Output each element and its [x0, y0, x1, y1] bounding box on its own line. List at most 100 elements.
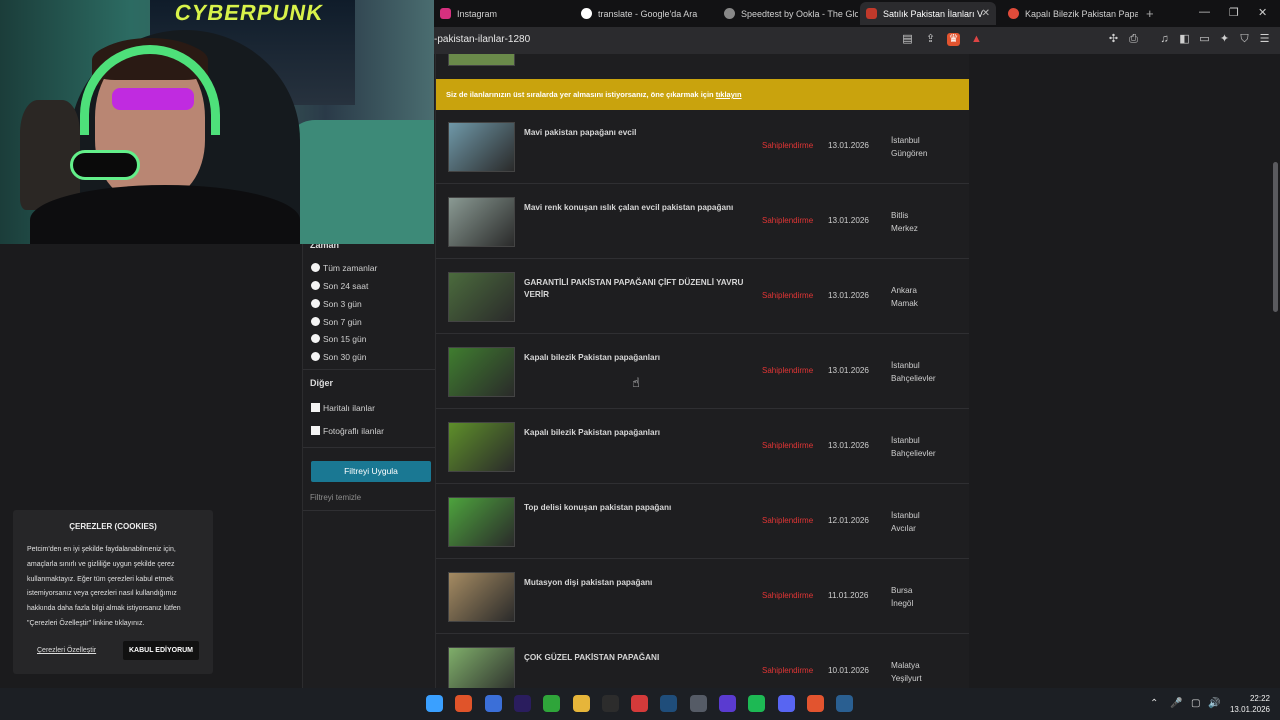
- leo-ai-icon[interactable]: ✦: [1218, 33, 1231, 46]
- spotify-icon[interactable]: [748, 695, 766, 712]
- listing-city: İstanbul: [891, 136, 920, 145]
- url-field[interactable]: -pakistan-ilanlar-1280: [434, 34, 530, 45]
- listing-type: Sahiplendirme: [762, 291, 814, 300]
- listing-title[interactable]: Kapalı bilezik Pakistan papağanları: [524, 352, 744, 364]
- customize-cookies-link[interactable]: Çerezleri Özelleştir: [37, 647, 96, 654]
- listing-location: İstanbul Güngören: [891, 134, 927, 160]
- menu-icon[interactable]: ☰: [1258, 33, 1271, 46]
- listing-thumbnail[interactable]: [448, 422, 515, 472]
- xbox-icon[interactable]: [543, 695, 561, 712]
- listing-row[interactable]: Kapalı bilezik Pakistan papağanları Sahip…: [436, 335, 969, 409]
- steam2-icon[interactable]: [836, 695, 854, 712]
- apply-filter-button[interactable]: Filtreyi Uygula: [311, 461, 431, 482]
- radio-30d[interactable]: [311, 352, 320, 361]
- tab-label: Kapalı Bilezik Pakistan Papağan: [1025, 8, 1138, 19]
- volume-icon[interactable]: 🔊: [1208, 698, 1220, 709]
- extensions-icon[interactable]: ✣: [1107, 33, 1120, 46]
- listing-title[interactable]: Mutasyon dişi pakistan papağanı: [524, 577, 744, 589]
- tab-label: translate - Google'da Ara: [598, 8, 698, 19]
- brave-rewards-icon[interactable]: ▲: [970, 33, 983, 46]
- listing-type: Sahiplendirme: [762, 591, 814, 600]
- tab-google[interactable]: translate - Google'da Ara: [575, 2, 715, 25]
- share-icon[interactable]: ⇪: [924, 33, 937, 46]
- network-icon[interactable]: ▢: [1191, 698, 1200, 709]
- promote-text: Siz de ilanlarınızın üst sıralarda yer a…: [446, 90, 714, 99]
- accept-cookies-button[interactable]: KABUL EDİYORUM: [123, 641, 199, 660]
- radio-3d[interactable]: [311, 299, 320, 308]
- listing-row[interactable]: Top delisi konuşan pakistan papağanı Sahi…: [436, 485, 969, 559]
- poster-logo: CYBERPUNK: [172, 0, 326, 25]
- media-icon[interactable]: ♫: [1158, 33, 1171, 46]
- listing-title[interactable]: Top delisi konuşan pakistan papağanı: [524, 502, 744, 514]
- tab-search[interactable]: Kapalı Bilezik Pakistan Papağan: [1002, 2, 1138, 25]
- tray-overflow-icon[interactable]: ⌃: [1150, 698, 1158, 709]
- app-purple-icon[interactable]: [719, 695, 736, 712]
- radio-24h[interactable]: [311, 281, 320, 290]
- radio-label: Tüm zamanlar: [323, 263, 378, 273]
- scrollbar-thumb[interactable]: [1273, 162, 1278, 312]
- scrollbar-track[interactable]: [1271, 54, 1280, 688]
- mic-icon[interactable]: 🎤: [1170, 698, 1182, 709]
- steam-icon[interactable]: [660, 695, 678, 712]
- listing-title[interactable]: Mavi renk konuşan ıslık çalan evcil paki…: [524, 202, 744, 214]
- premiere-icon[interactable]: [513, 695, 531, 712]
- listing-city: Ankara: [891, 286, 917, 295]
- maximize-icon[interactable]: ❐: [1229, 6, 1239, 19]
- listing-title[interactable]: Mavi pakistan papağanı evcil: [524, 127, 744, 139]
- brave-icon[interactable]: [806, 695, 824, 712]
- listing-thumbnail[interactable]: [448, 497, 515, 547]
- reader-mode-icon[interactable]: ▤: [901, 33, 914, 46]
- listing-title[interactable]: ÇOK GÜZEL PAKİSTAN PAPAĞANI: [524, 652, 744, 664]
- listing-date: 13.01.2026: [828, 141, 869, 150]
- screenshot-icon[interactable]: ⎙: [1127, 33, 1140, 46]
- app-red-icon[interactable]: [631, 695, 649, 712]
- listing-row[interactable]: Mavi pakistan papağanı evcil Sahiplendirm…: [436, 110, 969, 184]
- listing-thumbnail[interactable]: [448, 54, 515, 66]
- listing-thumbnail[interactable]: [448, 122, 515, 172]
- listing-title[interactable]: GARANTİLİ PAKİSTAN PAPAĞANI ÇİFT DÜZENLİ…: [524, 277, 744, 301]
- radio-all-time[interactable]: [311, 263, 320, 272]
- new-tab-button[interactable]: +: [1146, 6, 1154, 21]
- radio-7d[interactable]: [311, 317, 320, 326]
- discord-icon[interactable]: [777, 695, 795, 712]
- sidebar-icon[interactable]: ◧: [1178, 33, 1191, 46]
- clear-filter-link[interactable]: Filtreyi temizle: [310, 493, 361, 502]
- app-blue-icon[interactable]: [484, 695, 502, 712]
- brave-shield-icon[interactable]: ♛: [947, 33, 960, 46]
- listing-type: Sahiplendirme: [762, 366, 814, 375]
- listing-row[interactable]: GARANTİLİ PAKİSTAN PAPAĞANI ÇİFT DÜZENLİ…: [436, 260, 969, 334]
- windows-start-icon[interactable]: [426, 695, 443, 712]
- listing-date: 13.01.2026: [828, 216, 869, 225]
- checkbox-map-listings[interactable]: [311, 403, 320, 412]
- close-tab-icon[interactable]: ✕: [982, 8, 990, 19]
- tab-speedtest[interactable]: Speedtest by Ookla - The Glob: [718, 2, 858, 25]
- radio-label: Son 30 gün: [323, 352, 367, 362]
- vpn-icon[interactable]: ⛉: [1238, 33, 1251, 46]
- listing-row[interactable]: Mutasyon dişi pakistan papağanı Sahiplend…: [436, 560, 969, 634]
- listing-row[interactable]: Kapalı bilezik Pakistan papağanları Sahip…: [436, 410, 969, 484]
- listing-thumbnail[interactable]: [448, 197, 515, 247]
- tab-label: Satılık Pakistan İlanları Ve F: [883, 8, 983, 19]
- tab-instagram[interactable]: Instagram: [434, 2, 574, 25]
- listing-thumbnail[interactable]: [448, 272, 515, 322]
- listing-thumbnail[interactable]: [448, 572, 515, 622]
- tab-petcim-active[interactable]: Satılık Pakistan İlanları Ve F ✕: [860, 2, 996, 25]
- minimize-icon[interactable]: —: [1199, 6, 1210, 18]
- listing-district: Bahçelievler: [891, 374, 936, 383]
- promote-link[interactable]: tıklayın: [716, 90, 742, 99]
- listing-thumbnail[interactable]: [448, 347, 515, 397]
- close-window-icon[interactable]: ✕: [1258, 6, 1267, 19]
- wallet-icon[interactable]: ▭: [1198, 33, 1211, 46]
- listing-title[interactable]: Kapalı bilezik Pakistan papağanları: [524, 427, 744, 439]
- listing-location: Malatya Yeşilyurt: [891, 659, 922, 685]
- listing-row[interactable]: Mavi renk konuşan ıslık çalan evcil paki…: [436, 185, 969, 259]
- checkbox-photo-listings[interactable]: [311, 426, 320, 435]
- epic-games-icon[interactable]: [601, 695, 619, 712]
- app-gray-icon[interactable]: [689, 695, 707, 712]
- listing-type: Sahiplendirme: [762, 516, 814, 525]
- file-explorer-icon[interactable]: [572, 695, 590, 712]
- clock[interactable]: 22:22 13.01.2026: [1226, 693, 1270, 715]
- listing-city: Bursa: [891, 586, 913, 595]
- radio-15d[interactable]: [311, 334, 320, 343]
- app-orange-icon[interactable]: [455, 695, 473, 712]
